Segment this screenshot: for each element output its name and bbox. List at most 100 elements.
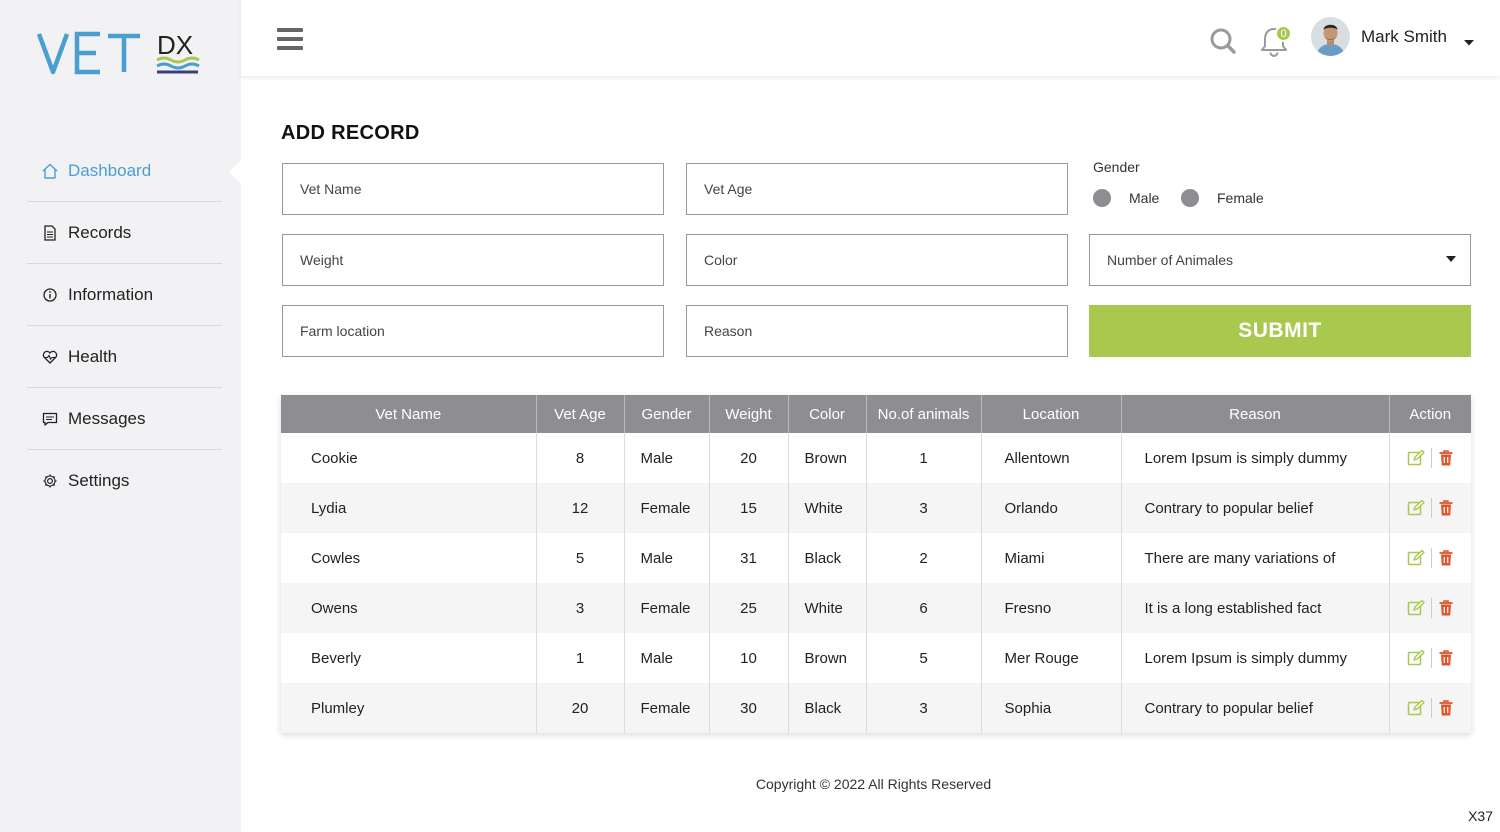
table-cell: Black: [788, 533, 867, 583]
message-icon: [41, 410, 59, 428]
hamburger-line: [277, 28, 303, 32]
table-cell: Mer Rouge: [981, 633, 1122, 683]
info-icon: [41, 286, 59, 304]
gender-label: Gender: [1093, 159, 1140, 175]
table-cell: 25: [709, 583, 789, 633]
table-cell: Contrary to popular belief: [1121, 483, 1390, 533]
column-header[interactable]: Vet Age: [536, 395, 625, 433]
edit-icon[interactable]: [1407, 649, 1425, 667]
column-header[interactable]: Location: [981, 395, 1122, 433]
table-cell: Male: [624, 533, 710, 583]
gender-male-radio[interactable]: Male: [1093, 189, 1159, 207]
table-cell: Lydia: [281, 483, 537, 533]
sidebar-item-records[interactable]: Records: [27, 202, 222, 264]
sidebar-nav: Dashboard Records Information Health Mes…: [27, 140, 243, 512]
delete-icon[interactable]: [1438, 449, 1454, 467]
gear-icon: [41, 472, 59, 490]
color-input[interactable]: Color: [686, 234, 1068, 286]
radio-label: Female: [1217, 190, 1264, 206]
sidebar-item-health[interactable]: Health: [27, 326, 222, 388]
submit-button[interactable]: SUBMIT: [1089, 305, 1471, 357]
sidebar-item-label: Settings: [68, 471, 130, 490]
user-avatar[interactable]: [1311, 17, 1350, 56]
radio-label: Male: [1129, 190, 1160, 206]
table-cell: Orlando: [981, 483, 1122, 533]
table-row: Plumley 20 Female 30 Black 3 Sophia Contrary to…: [281, 683, 1471, 733]
table-row: Beverly 1 Male 10 Brown 5 Mer Rouge Lorem Ipsum…: [281, 633, 1471, 683]
table-cell: 5: [866, 633, 982, 683]
column-header[interactable]: Color: [788, 395, 867, 433]
table-cell: Male: [624, 433, 710, 483]
sidebar-item-label: Messages: [68, 408, 146, 428]
table-cell: Allentown: [981, 433, 1122, 483]
user-name[interactable]: Mark Smith: [1361, 27, 1447, 47]
vet-age-input[interactable]: Vet Age: [686, 163, 1068, 215]
sidebar-item-label: Information: [68, 284, 154, 304]
column-header[interactable]: No.of animals: [866, 395, 982, 433]
table-cell: 12: [536, 483, 625, 533]
sidebar-item-label: Records: [68, 222, 132, 242]
menu-toggle-button[interactable]: [277, 28, 303, 50]
column-header[interactable]: Gender: [624, 395, 710, 433]
edit-icon[interactable]: [1407, 499, 1425, 517]
reason-input[interactable]: Reason: [686, 305, 1068, 357]
table-cell: Owens: [281, 583, 537, 633]
table-cell: 20: [709, 433, 789, 483]
table-cell: Brown: [788, 433, 867, 483]
delete-icon[interactable]: [1438, 599, 1454, 617]
table-cell: Plumley: [281, 683, 537, 733]
table-cell: 31: [709, 533, 789, 583]
column-header[interactable]: Reason: [1121, 395, 1390, 433]
delete-icon[interactable]: [1438, 699, 1454, 717]
column-header[interactable]: Weight: [709, 395, 789, 433]
table-cell: Lorem Ipsum is simply dummy: [1121, 633, 1390, 683]
sidebar-item-dashboard[interactable]: Dashboard: [27, 140, 243, 202]
radio-dot: [1181, 189, 1199, 207]
heartbeat-icon: [41, 348, 59, 366]
table-cell: Black: [788, 683, 867, 733]
edit-icon[interactable]: [1407, 699, 1425, 717]
home-icon: [41, 162, 59, 180]
delete-icon[interactable]: [1438, 649, 1454, 667]
table-cell: It is a long established fact: [1121, 583, 1390, 633]
row-actions: [1390, 548, 1472, 568]
sidebar: DX Dashboard Records Information Health …: [0, 0, 243, 832]
action-separator: [1430, 598, 1432, 618]
sidebar-item-settings[interactable]: Settings: [27, 450, 222, 512]
action-cell: [1389, 633, 1471, 683]
delete-icon[interactable]: [1438, 499, 1454, 517]
table-cell: Cowles: [281, 533, 537, 583]
table-cell: Fresno: [981, 583, 1122, 633]
gender-female-radio[interactable]: Female: [1181, 189, 1264, 207]
hamburger-line: [277, 46, 303, 50]
farm-location-input[interactable]: Farm location: [282, 305, 664, 357]
action-cell: [1389, 433, 1471, 483]
edit-icon[interactable]: [1407, 449, 1425, 467]
number-of-animals-select[interactable]: Number of Animales: [1089, 234, 1471, 286]
top-bar: 0 Mark Smith: [241, 0, 1500, 76]
weight-input[interactable]: Weight: [282, 234, 664, 286]
table-cell: 15: [709, 483, 789, 533]
action-separator: [1430, 698, 1432, 718]
records-table: Vet Name Vet Age Gender Weight Color No.…: [281, 395, 1471, 733]
search-icon[interactable]: [1209, 27, 1237, 60]
table-row: Lydia 12 Female 15 White 3 Orlando Contrary to …: [281, 483, 1471, 533]
sidebar-item-messages[interactable]: Messages: [27, 388, 222, 450]
column-header[interactable]: Vet Name: [281, 395, 537, 433]
vetdx-logo[interactable]: DX: [36, 28, 206, 80]
copyright-footer: Copyright © 2022 All Rights Reserved: [755, 776, 992, 792]
table-cell: Female: [624, 483, 710, 533]
action-cell: [1389, 683, 1471, 733]
table-cell: 30: [709, 683, 789, 733]
vet-name-input[interactable]: Vet Name: [282, 163, 664, 215]
edit-icon[interactable]: [1407, 599, 1425, 617]
row-actions: [1390, 448, 1472, 468]
sidebar-item-information[interactable]: Information: [27, 264, 222, 326]
dropdown-arrow-icon: [1446, 256, 1456, 262]
edit-icon[interactable]: [1407, 549, 1425, 567]
table-cell: Cookie: [281, 433, 537, 483]
delete-icon[interactable]: [1438, 549, 1454, 567]
table-cell: 10: [709, 633, 789, 683]
chevron-down-icon[interactable]: [1463, 34, 1475, 52]
action-cell: [1389, 583, 1471, 633]
